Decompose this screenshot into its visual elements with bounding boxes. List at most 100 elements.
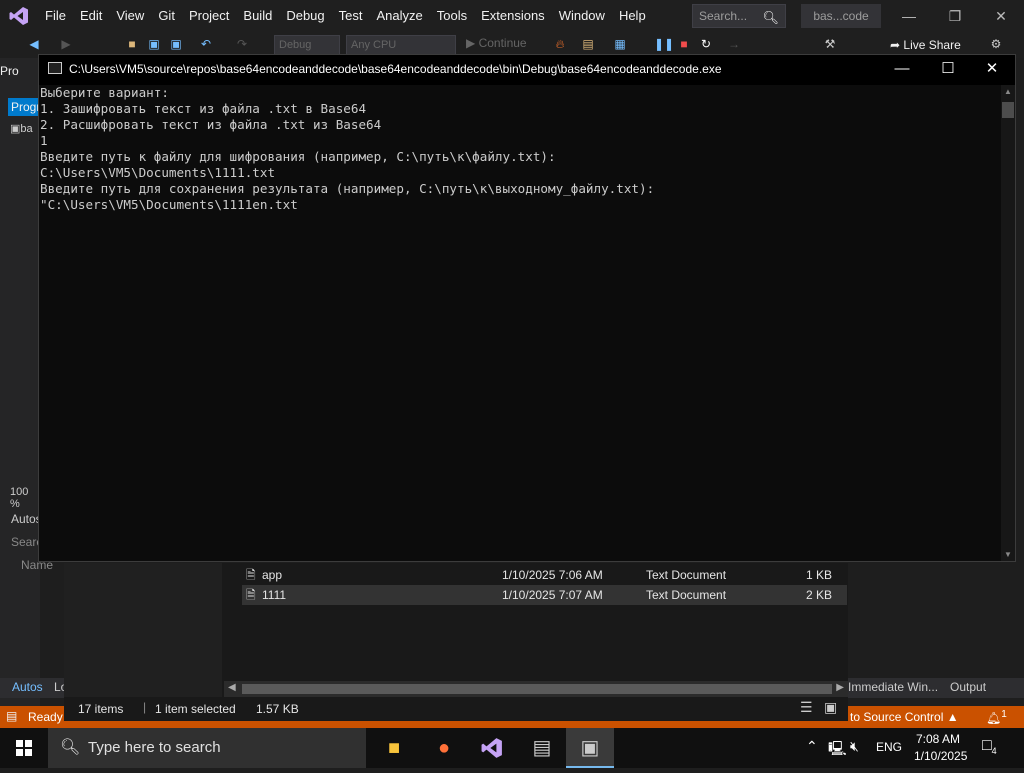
menu-window[interactable]: Window bbox=[552, 0, 612, 32]
console-window[interactable]: C:\Users\VM5\source\repos\base64encodean… bbox=[38, 54, 1016, 562]
menu-project[interactable]: Project bbox=[182, 0, 236, 32]
minimize-icon[interactable]: — bbox=[879, 55, 925, 83]
menu-debug[interactable]: Debug bbox=[279, 0, 331, 32]
source-control-label: d to Source Control bbox=[840, 710, 944, 724]
file-size: 1 KB bbox=[805, 568, 832, 582]
language-indicator[interactable]: ENG bbox=[876, 740, 902, 754]
search-icon: 🔍︎ bbox=[762, 10, 779, 25]
windows-taskbar: 🔍︎ Type here to search ■ ● ▤ ▣ ⌃ 🖳︎ 🔇︎ E… bbox=[0, 728, 1024, 768]
notifications-icon[interactable]: 🔔︎1 bbox=[986, 709, 1007, 725]
clock-time[interactable]: 7:08 AM bbox=[916, 732, 960, 746]
console-app-icon bbox=[48, 62, 62, 74]
windows-logo-icon bbox=[16, 740, 32, 756]
status-icon: ▤ bbox=[6, 709, 18, 723]
zoom-level[interactable]: 100 % bbox=[10, 486, 40, 510]
scroll-up-icon[interactable]: ▲ bbox=[1004, 87, 1012, 96]
console-scroll-thumb[interactable] bbox=[1002, 102, 1014, 118]
hot-reload-icon[interactable]: 🔥︎ bbox=[552, 36, 568, 52]
play-icon: ▶ bbox=[466, 36, 479, 50]
scroll-left-icon[interactable]: ◀ bbox=[228, 682, 236, 693]
console-title: C:\Users\VM5\source\repos\base64encodean… bbox=[69, 62, 722, 76]
network-icon[interactable]: 🖳︎ bbox=[828, 738, 847, 762]
menu-help[interactable]: Help bbox=[612, 0, 653, 32]
maximize-icon[interactable]: ☐ bbox=[925, 55, 971, 83]
open-folder-icon[interactable]: ■ bbox=[124, 36, 140, 52]
system-tray: ⌃ 🖳︎ 🔇︎ ENG 7:08 AM 1/10/2025 □4 bbox=[800, 728, 1024, 768]
add-to-source-control[interactable]: d to Source Control ▲ bbox=[840, 710, 959, 724]
chevron-up-icon[interactable]: ⌃ bbox=[806, 738, 818, 755]
close-icon[interactable]: ✕ bbox=[969, 55, 1015, 83]
vs-menubar: File Edit View Git Project Build Debug T… bbox=[0, 0, 1024, 32]
file-type: Text Document bbox=[646, 568, 727, 582]
tab-program[interactable]: Progr bbox=[8, 98, 42, 116]
vs-close-icon[interactable]: ✕ bbox=[978, 0, 1024, 32]
tab-immediate[interactable]: Immediate Win... bbox=[848, 680, 938, 694]
menu-test[interactable]: Test bbox=[332, 0, 370, 32]
vs-minimize-icon[interactable]: — bbox=[886, 0, 932, 32]
file-row-selected[interactable]: 🗎 1111 1/10/2025 7:07 AM Text Document 2… bbox=[242, 585, 847, 605]
status-ready: Ready bbox=[28, 710, 63, 724]
live-share-label: Live Share bbox=[903, 38, 961, 52]
file-explorer-taskbar-icon[interactable]: ■ bbox=[370, 728, 418, 768]
console-titlebar[interactable]: C:\Users\VM5\source\repos\base64encodean… bbox=[39, 55, 1015, 85]
vs-restore-icon[interactable]: ❐ bbox=[932, 0, 978, 32]
save-icon[interactable]: ▣ bbox=[146, 36, 162, 52]
tab-autos[interactable]: Autos bbox=[12, 680, 43, 694]
menu-build[interactable]: Build bbox=[236, 0, 279, 32]
large-icons-view-icon[interactable]: ▣ bbox=[824, 699, 837, 716]
menu-edit[interactable]: Edit bbox=[73, 0, 109, 32]
menu-view[interactable]: View bbox=[109, 0, 151, 32]
menu-tools[interactable]: Tools bbox=[430, 0, 474, 32]
account-icon[interactable]: ⚙ bbox=[988, 36, 1004, 52]
forward-icon[interactable]: ▶ bbox=[58, 36, 74, 52]
file-date: 1/10/2025 7:06 AM bbox=[502, 568, 603, 582]
chevron-up-icon: ▲ bbox=[946, 710, 959, 724]
menu-analyze[interactable]: Analyze bbox=[369, 0, 429, 32]
tab-output[interactable]: Output bbox=[950, 680, 986, 694]
back-icon[interactable]: ◀ bbox=[26, 36, 42, 52]
menu-extensions[interactable]: Extensions bbox=[474, 0, 552, 32]
visual-studio-taskbar-icon[interactable] bbox=[468, 728, 516, 768]
menu-git[interactable]: Git bbox=[151, 0, 182, 32]
details-view-icon[interactable]: ☰ bbox=[800, 699, 813, 716]
taskbar-search-box[interactable]: 🔍︎ Type here to search bbox=[48, 728, 366, 768]
platform-dropdown[interactable]: Any CPU bbox=[346, 35, 456, 55]
firefox-taskbar-icon[interactable]: ● bbox=[420, 728, 468, 768]
clock-date[interactable]: 1/10/2025 bbox=[914, 749, 967, 763]
vs-search-box[interactable]: Search... 🔍︎ bbox=[692, 4, 786, 28]
redo-icon[interactable]: ↷ bbox=[234, 36, 250, 52]
action-center-icon[interactable]: □4 bbox=[982, 737, 997, 756]
scroll-down-icon[interactable]: ▼ bbox=[1004, 550, 1012, 559]
visual-studio-logo-icon[interactable] bbox=[0, 0, 38, 32]
solution-name-badge[interactable]: bas...code bbox=[801, 4, 881, 28]
undo-icon[interactable]: ↶ bbox=[198, 36, 214, 52]
toolbox-icon[interactable]: ▤ bbox=[580, 36, 596, 52]
step-icon[interactable]: → bbox=[726, 36, 742, 52]
restart-icon[interactable]: ↻ bbox=[698, 36, 714, 52]
save-all-icon[interactable]: ▣ bbox=[168, 36, 184, 52]
pause-icon[interactable]: ❚❚ bbox=[654, 36, 674, 52]
file-row[interactable]: 🗎 app 1/10/2025 7:06 AM Text Document 1 … bbox=[242, 565, 847, 585]
start-button[interactable] bbox=[0, 728, 48, 768]
diagnostics-icon[interactable]: ▦ bbox=[612, 36, 628, 52]
console-scrollbar[interactable]: ▲ ▼ bbox=[1001, 85, 1015, 561]
continue-button[interactable]: ▶ Continue bbox=[466, 36, 527, 50]
stop-icon[interactable]: ■ bbox=[676, 36, 692, 52]
menu-file[interactable]: File bbox=[38, 0, 73, 32]
tools-icon[interactable]: ⚒ bbox=[822, 36, 838, 52]
explorer-nav-pane bbox=[64, 563, 222, 697]
cs-file-item[interactable]: ▣ba bbox=[10, 122, 33, 135]
sidebar-pro-label: Pro bbox=[0, 64, 19, 78]
cs-file-label: ba bbox=[20, 123, 33, 135]
network-app-taskbar-icon[interactable]: ▤ bbox=[518, 728, 566, 768]
horizontal-scroll-thumb[interactable] bbox=[242, 684, 832, 694]
console-output[interactable]: Выберите вариант: 1. Зашифровать текст и… bbox=[39, 85, 1001, 561]
scroll-right-icon[interactable]: ▶ bbox=[836, 682, 844, 693]
horizontal-scrollbar[interactable]: ◀ ▶ bbox=[224, 681, 848, 697]
volume-muted-icon[interactable]: 🔇︎ bbox=[850, 738, 859, 755]
file-explorer-window: 🗎 app 1/10/2025 7:06 AM Text Document 1 … bbox=[64, 563, 848, 706]
console-taskbar-icon[interactable]: ▣ bbox=[566, 728, 614, 768]
live-share-button[interactable]: ➦ Live Share bbox=[890, 38, 961, 52]
config-dropdown[interactable]: Debug bbox=[274, 35, 340, 55]
item-count: 17 items bbox=[78, 702, 124, 716]
